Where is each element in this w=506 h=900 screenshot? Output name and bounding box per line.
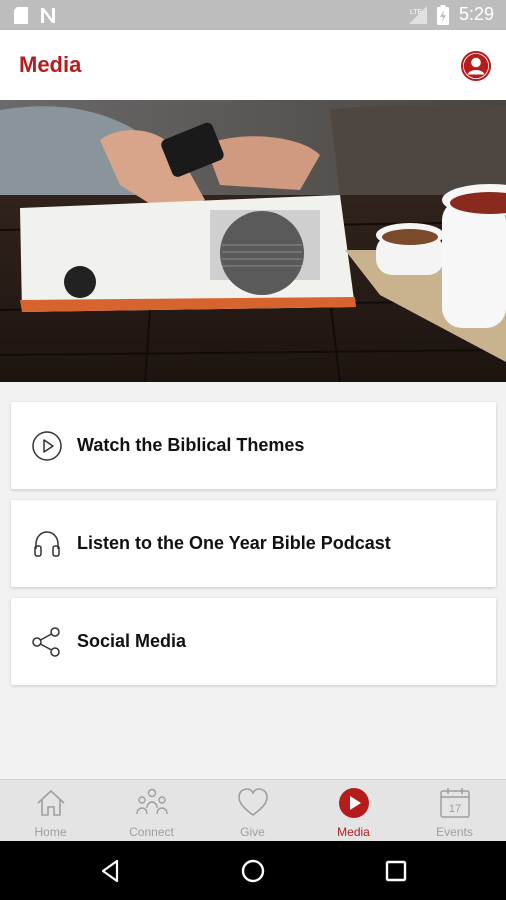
account-circle-icon[interactable] <box>461 51 491 81</box>
nav-item-give[interactable]: Give <box>202 780 303 842</box>
page-title: Media <box>19 52 82 77</box>
home-icon <box>37 789 65 816</box>
back-icon[interactable] <box>95 855 127 887</box>
nav-label: Connect <box>129 825 174 839</box>
home-circle-icon[interactable] <box>237 855 269 887</box>
signal-icon: LTE <box>408 5 427 24</box>
battery-icon <box>436 4 449 25</box>
nav-item-media[interactable]: Media <box>303 780 404 842</box>
media-item-label: Social Media <box>77 631 187 651</box>
media-item-label: Watch the Biblical Themes <box>77 435 305 455</box>
media-item-social[interactable]: Social Media <box>11 598 496 685</box>
app-bar: Media <box>0 30 506 100</box>
nav-label: Media <box>337 825 370 839</box>
recents-icon[interactable] <box>380 855 412 887</box>
share-icon <box>32 627 60 657</box>
svg-text:LTE: LTE <box>410 9 423 16</box>
sim-card-icon <box>14 7 28 24</box>
calendar-icon: 17 <box>440 788 470 818</box>
play-circle-icon <box>32 431 62 461</box>
media-item-listen[interactable]: Listen to the One Year Bible Podcast <box>11 500 496 587</box>
heart-icon <box>238 788 268 816</box>
play-circle-filled-icon <box>339 788 369 818</box>
hero-image <box>0 100 506 382</box>
bottom-navigation: Home Connect Give Media 17 Events <box>0 779 506 842</box>
nav-label: Home <box>34 825 67 839</box>
headphones-icon <box>34 531 60 557</box>
media-item-label: Listen to the One Year Bible Podcast <box>77 533 391 553</box>
media-item-watch[interactable]: Watch the Biblical Themes <box>11 402 496 489</box>
nav-label: Events <box>436 825 473 839</box>
nav-label: Give <box>240 825 265 839</box>
nav-item-connect[interactable]: Connect <box>101 780 202 842</box>
nav-item-home[interactable]: Home <box>0 780 101 842</box>
calendar-date: 17 <box>449 803 461 815</box>
status-time: 5:29 <box>458 4 494 24</box>
status-bar: LTE 5:29 <box>0 0 506 30</box>
n-notification-icon <box>41 8 55 23</box>
nav-item-events[interactable]: 17 Events <box>404 780 505 842</box>
system-navigation-bar <box>0 841 506 900</box>
people-icon <box>136 788 168 815</box>
